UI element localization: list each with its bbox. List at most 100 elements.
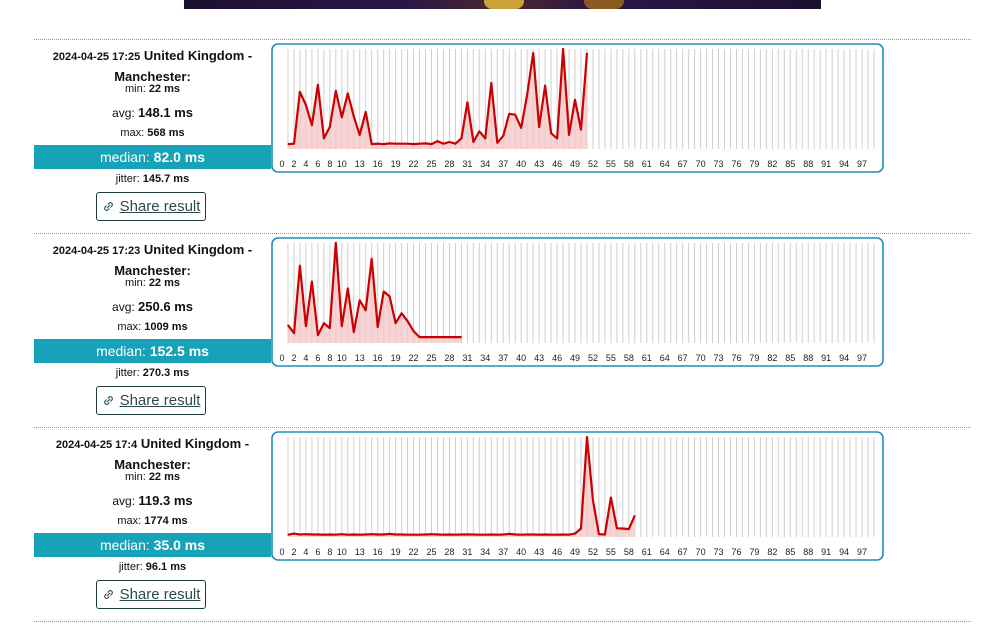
data-point [353,331,355,333]
data-point [490,533,492,536]
result-title: 2024-04-25 17:23 United Kingdom - Manche… [34,240,271,280]
x-tick-label: 13 [355,547,365,557]
jitter-value: 96.1 ms [145,561,187,573]
x-tick-label: 70 [696,159,706,169]
data-point [299,265,301,267]
data-point [508,113,510,115]
x-tick-label: 28 [444,547,454,557]
data-point [502,135,504,137]
share-result-button[interactable]: Share result [96,192,206,221]
median-value: 35.0 ms [153,537,206,553]
result-timestamp: 2024-04-25 17:4 [55,439,138,451]
data-point [502,533,504,536]
data-point [520,127,522,129]
banner-highlight [484,0,524,9]
data-point [406,143,409,145]
data-point [323,322,325,324]
x-tick-label: 58 [624,547,634,557]
x-tick-label: 43 [534,159,544,169]
data-point [580,129,582,131]
data-point [574,99,576,101]
x-tick-label: 61 [642,353,652,363]
data-point [448,336,451,338]
x-tick-label: 10 [337,547,347,557]
data-point [580,527,582,530]
data-point [317,334,319,336]
data-point [287,534,289,536]
x-tick-label: 52 [588,159,598,169]
data-point [448,533,451,536]
data-point [365,111,367,113]
separator [34,621,971,622]
result-timestamp: 2024-04-25 17:25 [52,51,141,63]
x-tick-label: 91 [821,159,831,169]
data-point [311,533,313,536]
median-bar: median: 152.5 ms [34,339,271,363]
data-point [335,90,337,92]
data-point [628,528,630,530]
data-point [532,52,534,54]
data-point [287,143,289,145]
data-point [347,287,349,290]
data-point [341,116,343,118]
data-point [436,533,439,536]
data-point [622,527,624,530]
data-point [424,142,427,144]
median-value: 82.0 ms [153,149,206,165]
data-point [562,533,564,536]
max-value: 568 ms [147,127,185,139]
x-tick-label: 55 [606,547,616,557]
data-point [323,137,325,140]
x-tick-label: 34 [480,547,490,557]
data-point [472,141,474,143]
x-tick-label: 31 [462,353,472,363]
data-point [454,534,457,536]
top-banner[interactable] [184,0,821,9]
data-point [383,143,385,145]
data-point [532,533,534,536]
data-point [616,527,618,529]
x-tick-label: 91 [821,353,831,363]
x-tick-label: 4 [303,547,308,557]
median-bar: median: 35.0 ms [34,533,271,557]
data-point [478,534,480,536]
data-point [389,295,391,298]
x-tick-label: 4 [303,159,308,169]
data-point [389,142,391,144]
x-tick-label: 8 [327,547,332,557]
data-point [353,533,355,536]
max-stat: max: 568 ms [120,127,185,139]
data-point [400,533,403,536]
share-result-button[interactable]: Share result [96,386,206,415]
data-point [347,92,349,95]
data-point [418,336,421,338]
data-point [586,436,588,438]
avg-stat: avg: 119.3 ms [112,493,193,508]
x-tick-label: 19 [391,353,401,363]
x-tick-label: 64 [660,547,670,557]
data-point [538,534,540,536]
x-tick-label: 46 [552,353,562,363]
x-tick-label: 8 [327,159,332,169]
x-tick-label: 0 [279,353,284,363]
data-point [508,533,510,535]
x-tick-label: 37 [498,353,508,363]
x-tick-label: 70 [696,547,706,557]
data-point [359,134,361,136]
data-point [359,534,361,536]
share-result-button[interactable]: Share result [96,580,206,609]
data-point [406,320,409,322]
data-point [550,132,552,134]
data-point [395,143,397,145]
x-tick-label: 13 [355,159,365,169]
x-tick-label: 55 [606,159,616,169]
x-tick-label: 76 [731,159,741,169]
x-tick-label: 85 [785,159,795,169]
x-tick-label: 76 [731,547,741,557]
data-point [556,534,558,536]
min-stat: min: 22 ms [124,471,181,483]
data-point [460,137,462,140]
x-tick-label: 19 [391,159,401,169]
data-point [329,327,331,329]
data-point [347,534,349,536]
